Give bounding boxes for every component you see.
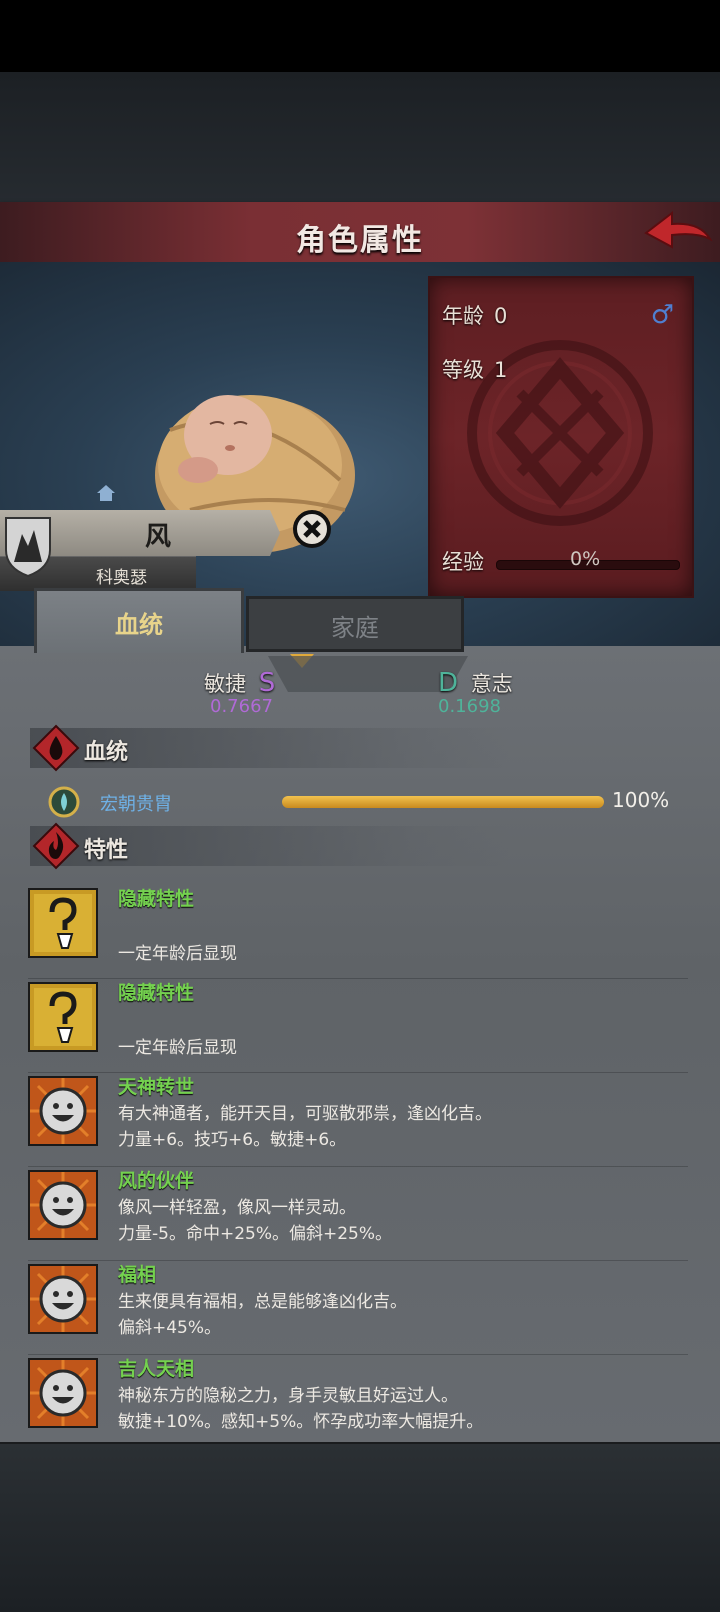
back-button[interactable] [642,207,714,259]
family-name: 科奥瑟 [96,568,147,588]
attribute-right-value: 0.1698 [438,696,501,717]
character-attributes-screen: 角色属性 年龄 0 ♂ 等级 1 经验 0% 风 科奥瑟 敏捷 S 0.7667… [0,0,720,1612]
tab-bloodline-label: 血统 [115,611,163,639]
level-label: 等级 [442,358,484,382]
blood-drop-icon [32,724,80,772]
trait-effects: 力量-5。命中+25%。偏斜+25%。 [118,1224,393,1244]
house-icon [97,485,115,501]
attribute-left-grade: S [258,668,276,698]
level-row: 等级 1 [442,354,507,384]
attribute-left: 敏捷 S [204,668,275,698]
trait-row[interactable]: 隐藏特性一定年龄后显现 [28,884,688,979]
bloodline-emblem-icon [48,786,80,818]
bloodline-section-title: 血统 [84,740,129,765]
flame-icon [32,822,80,870]
trait-description: 一定年龄后显现 [118,944,237,964]
top-backdrop [0,72,720,202]
trait-row[interactable]: 隐藏特性一定年龄后显现 [28,978,688,1073]
bottom-backdrop [0,1442,720,1612]
bloodline-section-header: 血统 [30,724,510,772]
close-icon [293,510,331,548]
age-row: 年龄 0 [442,300,507,330]
trait-description: 有大神通者，能开天目，可驱散邪祟，逢凶化吉。 [118,1104,492,1124]
trait-row[interactable]: 福相生来便具有福相，总是能够逢凶化吉。 偏斜+45%。 [28,1260,688,1355]
trait-effects: 力量+6。技巧+6。敏捷+6。 [118,1130,347,1150]
age-value: 0 [494,304,508,328]
level-value: 1 [494,358,508,382]
trait-name: 隐藏特性 [118,982,195,1004]
page-title: 角色属性 [296,223,424,258]
trait-name: 隐藏特性 [118,888,195,910]
attribute-left-name: 敏捷 [204,672,246,696]
bloodline-name: 宏朝贵胄 [100,794,172,815]
trait-effects: 偏斜+45%。 [118,1318,222,1338]
age-label: 年龄 [442,304,484,328]
trait-name: 福相 [118,1264,157,1286]
tab-family[interactable]: 家庭 [246,596,464,652]
trait-name: 吉人天相 [118,1358,195,1380]
family-crest-shield-icon [5,517,51,578]
trait-description: 神秘东方的隐秘之力，身手灵敏且好运过人。 [118,1386,458,1406]
exp-value: 0% [570,548,601,570]
trait-description: 像风一样轻盈，像风一样灵动。 [118,1198,356,1218]
trait-description: 生来便具有福相，总是能够逢凶化吉。 [118,1292,407,1312]
close-button[interactable] [292,509,332,549]
question-mark-icon [28,982,98,1052]
attribute-right: D 意志 [438,668,513,698]
bloodline-content: 敏捷 S 0.7667 D 意志 0.1698 血统 宏朝贵胄 100% 特性 … [0,646,720,1449]
bloodline-progress-bar [282,796,604,808]
trait-effects: 敏捷+10%。感知+5%。怀孕成功率大幅提升。 [118,1412,484,1432]
stats-panel: 年龄 0 ♂ 等级 1 经验 0% [428,276,694,598]
trait-name: 天神转世 [118,1076,195,1098]
traits-section-title: 特性 [84,838,129,863]
trait-name: 风的伙伴 [118,1170,195,1192]
back-arrow-icon [644,210,713,249]
tab-bloodline[interactable]: 血统 [34,588,244,653]
male-gender-icon: ♂ [650,300,674,330]
attribute-right-name: 意志 [470,672,513,696]
smiley-face-icon [28,1264,98,1334]
tab-family-label: 家庭 [331,614,379,642]
trait-row[interactable]: 风的伙伴像风一样轻盈，像风一样灵动。力量-5。命中+25%。偏斜+25%。 [28,1166,688,1261]
trait-row[interactable]: 天神转世有大神通者，能开天目，可驱散邪祟，逢凶化吉。 力量+6。技巧+6。敏捷+6… [28,1072,688,1167]
trait-description: 一定年龄后显现 [118,1038,237,1058]
bloodline-percent: 100% [612,788,670,812]
attribute-left-value: 0.7667 [210,696,273,717]
smiley-face-icon [28,1358,98,1428]
trait-row[interactable]: 吉人天相神秘东方的隐秘之力，身手灵敏且好运过人。敏捷+10%。感知+5%。怀孕成… [28,1354,688,1449]
bloodline-entry: 宏朝贵胄 100% [48,786,688,820]
attribute-right-grade: D [438,668,459,698]
exp-label: 经验 [442,550,484,574]
title-bar: 角色属性 [0,202,720,265]
smiley-face-icon [28,1076,98,1146]
character-name: 风 [145,522,172,552]
traits-section-header: 特性 [30,822,510,870]
question-mark-icon [28,888,98,958]
status-area [0,0,720,72]
smiley-face-icon [28,1170,98,1240]
